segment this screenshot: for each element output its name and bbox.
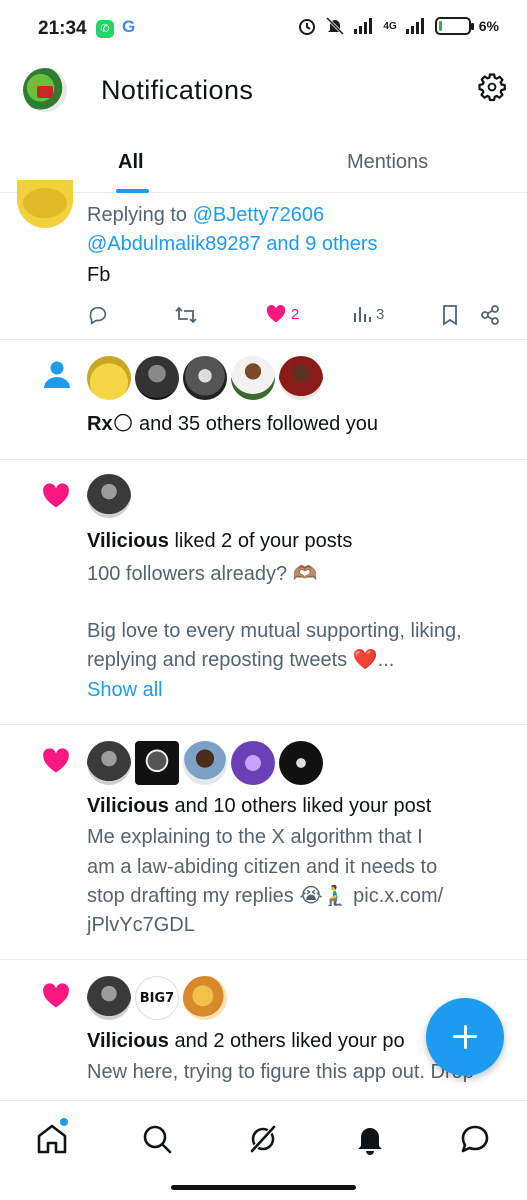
follower-avatars (87, 356, 325, 400)
bell-icon[interactable] (352, 1121, 388, 1157)
avatar[interactable] (135, 356, 179, 400)
notification-text: liked 2 of your posts (168, 530, 353, 552)
person-icon (44, 361, 70, 388)
network-type: 4G (383, 20, 397, 32)
notification-text: and 10 others liked your post (168, 795, 432, 817)
post-preview-line: jPlvYc7GDL (87, 914, 195, 936)
alarm-icon (299, 19, 316, 35)
avatar[interactable]: BIG7 (135, 976, 179, 1020)
home-icon[interactable] (34, 1121, 70, 1157)
notification-like[interactable]: Vilicious liked 2 of your posts 100 foll… (0, 460, 527, 725)
avatar[interactable] (87, 976, 131, 1020)
liker-avatars (87, 474, 133, 518)
avatar[interactable] (183, 976, 227, 1020)
mention-link-others[interactable]: @Abdulmalik89287 and 9 others (87, 231, 378, 258)
repost-icon (175, 306, 197, 324)
notification-text: and 35 others followed you (133, 413, 379, 435)
reply-avatar[interactable] (17, 180, 73, 228)
active-tab-indicator (116, 189, 149, 193)
actor-name[interactable]: Rx🌕 (87, 413, 133, 435)
avatar[interactable] (87, 741, 131, 785)
google-icon: G (122, 17, 136, 36)
avatar[interactable] (183, 356, 227, 400)
status-time: 21:34 (38, 18, 87, 39)
heart-filled-icon (43, 748, 69, 773)
repost-button[interactable] (174, 304, 198, 326)
tab-bar: All Mentions (0, 135, 527, 193)
avatar[interactable] (279, 356, 323, 400)
gesture-bar (171, 1185, 356, 1190)
page-title: Notifications (101, 75, 254, 105)
whatsapp-icon: ✆ (96, 20, 114, 38)
messages-icon[interactable] (457, 1121, 493, 1157)
status-icons: 4G 6% (297, 16, 499, 36)
avatar[interactable] (135, 741, 179, 785)
avatar[interactable] (279, 741, 323, 785)
battery-icon (434, 17, 474, 35)
heart-filled-icon (43, 483, 69, 508)
signal-icon-2 (405, 18, 424, 34)
post-preview-line: Big love to every mutual supporting, lik… (87, 620, 462, 642)
notification-text: and 2 others liked your po (168, 1030, 405, 1052)
bookmark-button[interactable] (440, 304, 460, 326)
signal-icon (354, 18, 373, 34)
notification-reply[interactable]: Replying to @BJetty72606 @Abdulmalik8928… (0, 180, 527, 340)
mention-link[interactable]: @BJetty72606 (193, 204, 325, 226)
like-count: 2 (291, 305, 300, 323)
reply-icon (89, 306, 107, 325)
notification-like[interactable]: Vilicious and 10 others liked your post … (0, 725, 527, 960)
status-bar: 21:34 ✆ G 4G 6% (0, 0, 527, 60)
avatar[interactable] (231, 741, 275, 785)
views-icon (354, 307, 371, 322)
post-preview-line: replying and reposting tweets ❤️... (87, 649, 395, 671)
avatar-label: BIG7 (139, 991, 175, 1006)
bookmark-icon (443, 305, 457, 326)
bottom-nav (0, 1100, 527, 1180)
actor-name[interactable]: Vilicious (87, 1030, 169, 1052)
reply-text: Fb (87, 264, 111, 286)
profile-avatar[interactable] (23, 68, 67, 112)
post-actions: 2 3 (87, 304, 507, 330)
avatar[interactable] (87, 474, 131, 518)
actor-name[interactable]: Vilicious (87, 795, 169, 817)
view-count: 3 (376, 305, 385, 323)
avatar[interactable] (231, 356, 275, 400)
heart-filled-icon (43, 983, 69, 1008)
post-preview-line: 100 followers already? 🫶🏽 (87, 563, 318, 585)
battery-fill (438, 21, 442, 31)
like-button[interactable]: 2 (265, 304, 299, 324)
tab-all[interactable]: All (118, 151, 144, 174)
tab-mentions[interactable]: Mentions (347, 151, 428, 174)
share-icon (481, 305, 499, 325)
share-button[interactable] (479, 304, 501, 326)
views-button[interactable]: 3 (352, 304, 384, 324)
home-notification-dot (60, 1118, 68, 1126)
reply-button[interactable] (87, 304, 109, 326)
replying-to-label: Replying to (87, 204, 188, 226)
post-preview-line: Me explaining to the X algorithm that I (87, 826, 423, 848)
gear-icon[interactable] (477, 72, 507, 102)
post-preview-line: New here, trying to figure this app out.… (87, 1061, 474, 1083)
avatar[interactable] (87, 356, 131, 400)
notification-follow[interactable]: Rx🌕 and 35 others followed you (0, 340, 527, 460)
battery-percent: 6% (478, 18, 499, 34)
grok-icon[interactable] (245, 1121, 281, 1157)
heart-filled-icon (266, 304, 286, 323)
post-preview-line: am a law-abiding citizen and it needs to (87, 856, 438, 878)
show-all-link[interactable]: Show all (87, 677, 163, 704)
compose-button[interactable] (426, 998, 504, 1076)
liker-avatars: BIG7 (87, 976, 229, 1020)
actor-name[interactable]: Vilicious (87, 530, 169, 552)
mute-icon (326, 16, 345, 36)
avatar[interactable] (183, 741, 227, 785)
app-header: Notifications (0, 60, 527, 130)
search-icon[interactable] (139, 1121, 175, 1157)
liker-avatars (87, 741, 325, 785)
post-preview-line: stop drafting my replies 😭🧎‍♂️ pic.x.com… (87, 885, 444, 907)
